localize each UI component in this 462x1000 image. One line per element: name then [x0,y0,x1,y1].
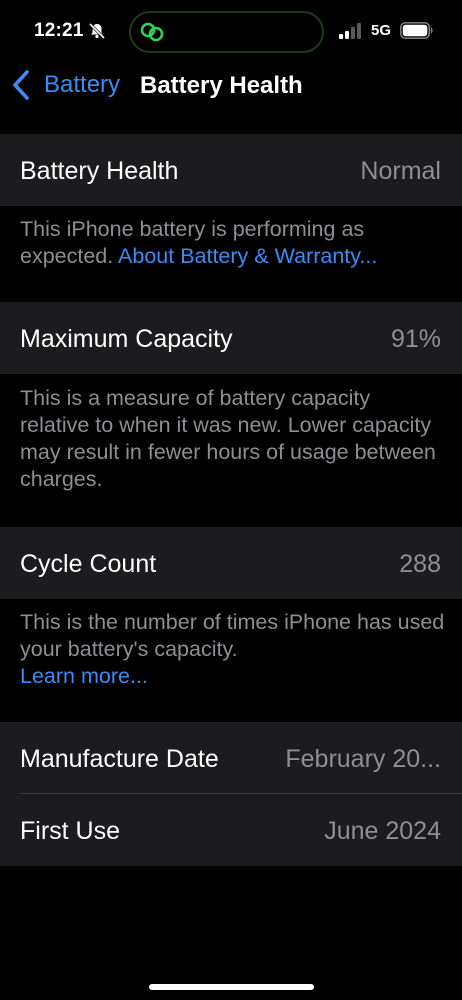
dates-group: Manufacture Date February 20... First Us… [0,722,462,866]
battery-health-footer: This iPhone battery is performing as exp… [20,216,445,270]
page-title: Battery Health [140,72,303,99]
maximum-capacity-label: Maximum Capacity [20,325,233,353]
manufacture-date-label: Manufacture Date [20,745,219,773]
maximum-capacity-footer: This is a measure of battery capacity re… [20,385,445,493]
cycle-count-footer: This is the number of times iPhone has u… [20,609,445,690]
chevron-left-icon [13,70,29,100]
about-battery-warranty-link[interactable]: About Battery & Warranty... [118,244,377,268]
navigation-bar: Battery Battery Health [0,62,462,106]
manufacture-date-value: February 20... [285,745,441,773]
home-indicator[interactable] [149,984,314,990]
maximum-capacity-group: Maximum Capacity 91% [0,302,462,374]
battery-health-value: Normal [360,157,441,185]
cellular-signal-icon [339,23,361,39]
status-time: 12:21 [34,20,84,41]
cycle-count-group: Cycle Count 288 [0,527,462,599]
battery-health-label: Battery Health [20,157,179,185]
back-button[interactable]: Battery [10,66,120,104]
cycle-count-label: Cycle Count [20,550,157,578]
linked-rings-icon [140,22,164,42]
manufacture-date-row: Manufacture Date February 20... [0,722,462,794]
maximum-capacity-description: This is a measure of battery capacity re… [20,386,436,491]
cycle-count-description: This is the number of times iPhone has u… [20,610,445,661]
network-type: 5G [371,22,392,39]
back-label[interactable]: Battery [44,71,120,99]
learn-more-link[interactable]: Learn more... [20,664,148,688]
battery-health-row: Battery Health Normal [0,134,462,206]
bell-slash-icon [88,22,106,40]
maximum-capacity-row: Maximum Capacity 91% [0,302,462,374]
first-use-label: First Use [20,817,120,845]
status-bar: 12:21 5G [0,0,462,62]
first-use-row: First Use June 2024 [0,794,462,866]
first-use-value: June 2024 [324,817,441,845]
battery-health-group: Battery Health Normal [0,134,462,206]
cycle-count-row: Cycle Count 288 [0,527,462,599]
screen: 12:21 5G Battery Battery Health Battery … [0,0,462,1000]
maximum-capacity-value: 91% [390,325,441,353]
battery-icon [400,22,433,39]
cycle-count-value: 288 [399,550,441,578]
